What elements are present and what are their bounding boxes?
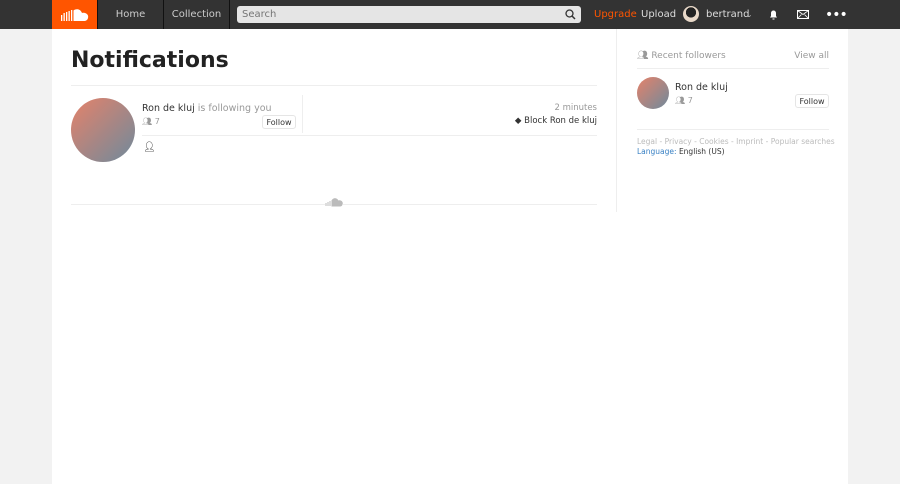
cloud-logo-icon xyxy=(60,8,88,21)
page-content xyxy=(52,29,848,484)
user-avatar[interactable] xyxy=(683,6,699,22)
block-user-link[interactable]: ◆ Block Ron de kluj xyxy=(447,116,597,126)
language-selector[interactable]: Language: English (US) xyxy=(637,147,725,156)
page-title: Notifications xyxy=(71,48,229,73)
search-icon[interactable] xyxy=(565,9,576,20)
followers-icon: 👥︎ xyxy=(142,117,153,126)
follower-avatar[interactable] xyxy=(637,77,669,109)
follower-count: 👥︎ 7 xyxy=(675,96,693,105)
footer-link-popular[interactable]: Popular searches xyxy=(771,137,835,146)
follow-button[interactable]: Follow xyxy=(262,115,296,129)
notification-text: is following you xyxy=(197,103,272,114)
follower-name[interactable]: Ron de kluj xyxy=(675,82,728,93)
follow-icon: 👤︎ xyxy=(143,142,156,153)
footer-link-imprint[interactable]: Imprint xyxy=(736,137,763,146)
user-avatar[interactable] xyxy=(71,98,135,162)
follower-count: 👥︎ 7 xyxy=(142,117,160,126)
tab-home[interactable]: Home xyxy=(97,0,164,29)
footer-links: Legal - Privacy - Cookies - Imprint - Po… xyxy=(637,137,835,146)
upgrade-link[interactable]: Upgrade xyxy=(594,0,637,29)
tab-collection[interactable]: Collection xyxy=(164,0,230,29)
recent-followers-heading: 👥︎ Recent followers xyxy=(637,51,726,61)
user-link[interactable]: Ron de kluj xyxy=(142,103,195,114)
top-nav: Home Collection Upgrade Upload bertrand … xyxy=(0,0,900,29)
upload-link[interactable]: Upload xyxy=(641,0,676,29)
search-input[interactable] xyxy=(237,6,581,23)
soundcloud-logo[interactable] xyxy=(52,0,97,29)
timestamp: 2 minutes xyxy=(554,103,597,113)
followers-icon: 👥︎ xyxy=(675,96,686,105)
footer-link-cookies[interactable]: Cookies xyxy=(699,137,728,146)
username-menu[interactable]: bertrand xyxy=(706,0,749,29)
chevron-down-icon[interactable]: ⌄ xyxy=(746,0,753,29)
more-icon[interactable]: ••• xyxy=(825,0,848,29)
followers-icon: 👥︎ xyxy=(637,51,649,61)
mail-icon[interactable] xyxy=(797,10,809,19)
follow-button[interactable]: Follow xyxy=(795,94,829,108)
view-all-link[interactable]: View all xyxy=(769,51,829,61)
footer-link-legal[interactable]: Legal xyxy=(637,137,657,146)
cloud-icon xyxy=(325,198,343,207)
bell-icon[interactable] xyxy=(768,9,779,20)
block-icon: ◆ xyxy=(514,116,522,126)
footer-link-privacy[interactable]: Privacy xyxy=(665,137,692,146)
